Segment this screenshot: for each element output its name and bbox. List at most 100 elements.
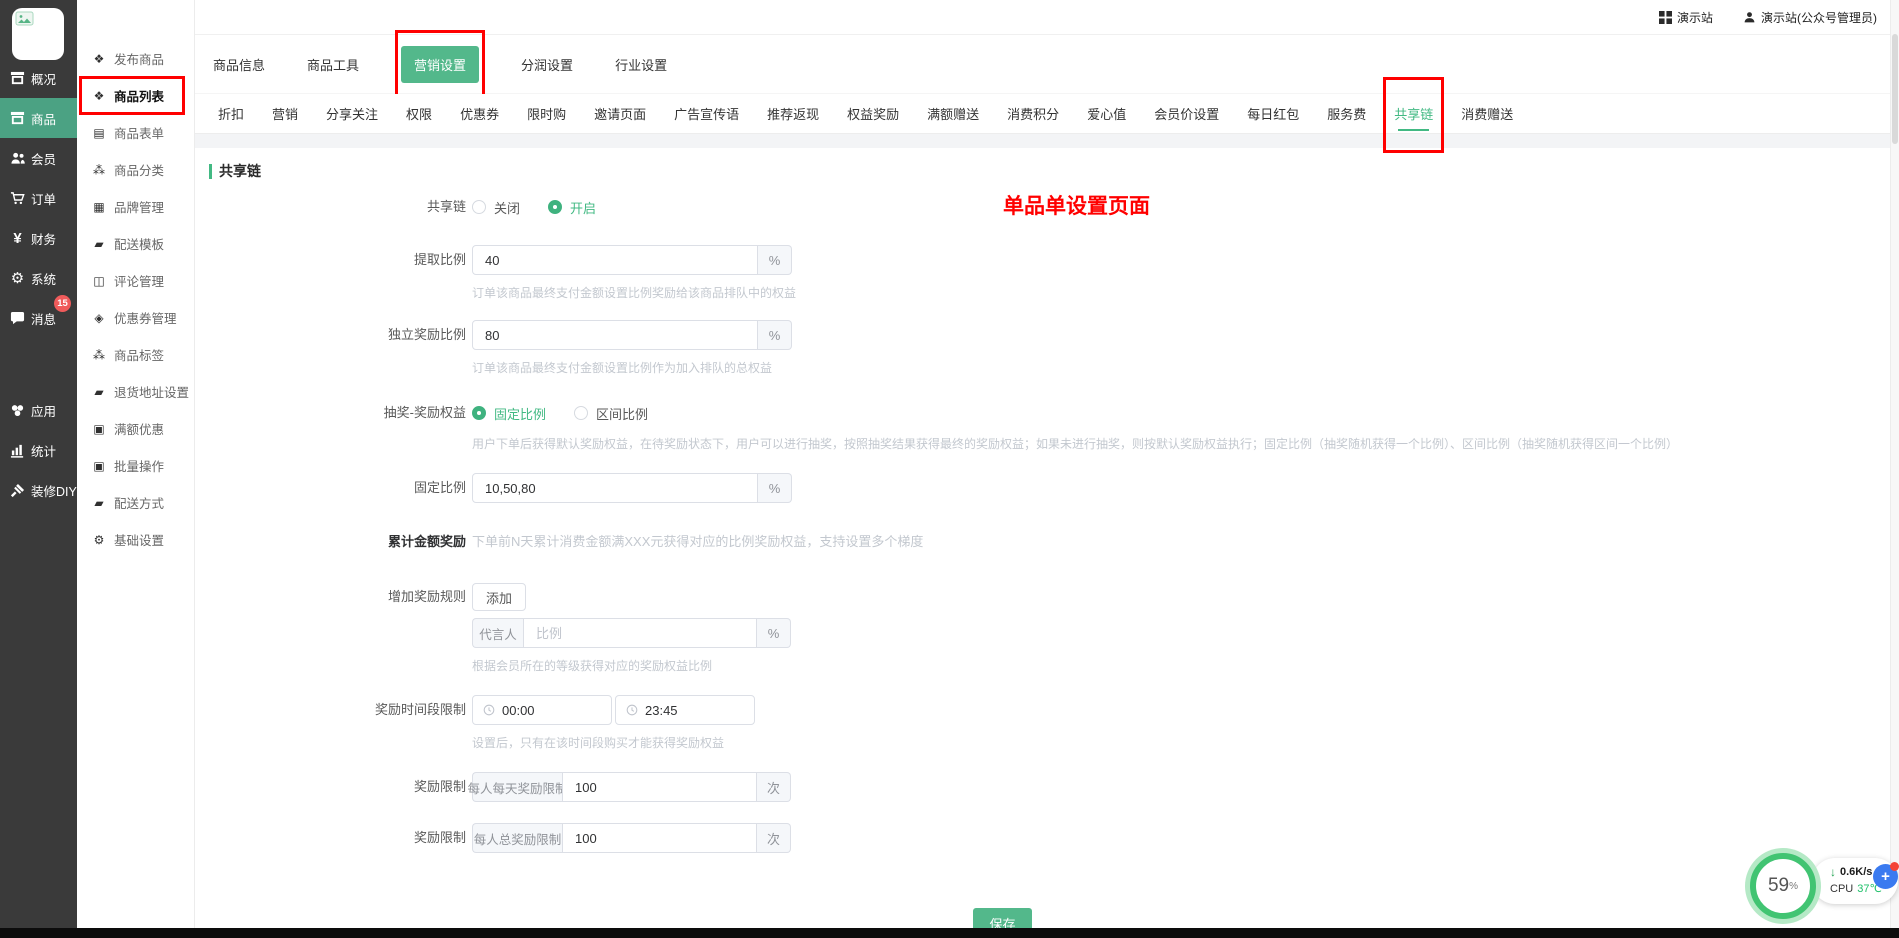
radio-range-ratio[interactable]: 区间比例 — [574, 404, 648, 423]
independent-ratio-input[interactable] — [472, 320, 758, 350]
tab-full-gift[interactable]: 满额赠送 — [927, 104, 979, 123]
time-end-input[interactable]: 23:45 — [615, 695, 755, 725]
form-row-daily-limit: 奖励限制 每人每天奖励限制 次 — [195, 772, 1891, 802]
add-rule-button[interactable]: 添加 — [472, 583, 526, 611]
submenu-item-full-discount[interactable]: ▣ 满额优惠 — [77, 410, 194, 447]
agent-ratio-input[interactable] — [523, 618, 757, 648]
tab-daily-redpacket[interactable]: 每日红包 — [1247, 104, 1299, 123]
tab-goods-tools[interactable]: 商品工具 — [307, 55, 359, 74]
sidebar-item-orders[interactable]: 订单 — [0, 178, 77, 218]
sidebar-item-system[interactable]: ⚙ 系统 — [0, 258, 77, 298]
page-scrollbar — [1890, 0, 1899, 938]
submenu-item-delivery-method[interactable]: ▰ 配送方式 — [77, 484, 194, 521]
app-logo[interactable] — [12, 8, 64, 60]
assistant-plus-button[interactable]: + — [1873, 864, 1898, 889]
field-help: 订单该商品最终支付金额设置比例作为加入排队的总权益 — [472, 359, 772, 376]
submenu-item-brand-manage[interactable]: ▦ 品牌管理 — [77, 188, 194, 225]
tab-industry-settings[interactable]: 行业设置 — [615, 55, 667, 74]
submenu-item-basic-settings[interactable]: ⚙ 基础设置 — [77, 521, 194, 558]
submenu-item-label: 批量操作 — [114, 456, 164, 475]
sidebar-item-finance[interactable]: ¥ 财务 — [0, 218, 77, 258]
tab-coupon[interactable]: 优惠券 — [460, 104, 499, 123]
tab-discount[interactable]: 折扣 — [218, 104, 244, 123]
tab-service-fee[interactable]: 服务费 — [1327, 104, 1366, 123]
submenu-item-goods-list[interactable]: ❖ 商品列表 — [77, 77, 194, 114]
submenu-item-goods-category[interactable]: ⁂ 商品分类 — [77, 151, 194, 188]
users-icon — [9, 151, 26, 166]
primary-tabs: 商品信息 商品工具 营销设置 分润设置 行业设置 — [195, 35, 1899, 94]
tab-invite-page[interactable]: 邀请页面 — [594, 104, 646, 123]
tab-member-price[interactable]: 会员价设置 — [1154, 104, 1219, 123]
yen-icon: ¥ — [9, 231, 26, 246]
gears-icon: ⚙ — [9, 271, 26, 286]
tab-marketing[interactable]: 营销 — [272, 104, 298, 123]
tab-share-chain[interactable]: 共享链 — [1394, 104, 1433, 123]
extract-ratio-input[interactable] — [472, 245, 758, 275]
sidebar-item-label: 概况 — [31, 69, 56, 88]
radio-label: 关闭 — [494, 198, 520, 217]
cubes-icon: ❖ — [92, 53, 106, 65]
radio-circle — [574, 406, 588, 420]
submenu-item-goods-tags[interactable]: ⁂ 商品标签 — [77, 336, 194, 373]
tab-love-value[interactable]: 爱心值 — [1087, 104, 1126, 123]
submenu-item-goods-form[interactable]: ▤ 商品表单 — [77, 114, 194, 151]
submenu-item-delivery-template[interactable]: ▰ 配送模板 — [77, 225, 194, 262]
user-name: 演示站(公众号管理员) — [1761, 9, 1877, 26]
tab-consume-points[interactable]: 消费积分 — [1007, 104, 1059, 123]
form-row-independent-ratio: 独立奖励比例 % — [195, 320, 1891, 350]
submenu-item-comment-manage[interactable]: ◫ 评论管理 — [77, 262, 194, 299]
user-menu[interactable]: 演示站(公众号管理员) — [1743, 9, 1877, 26]
sidebar-item-overview[interactable]: 概况 — [0, 58, 77, 98]
submenu-item-label: 配送模板 — [114, 234, 164, 253]
submenu-item-coupon-manage[interactable]: ◈ 优惠券管理 — [77, 299, 194, 336]
radio-share-chain-on[interactable]: 开启 — [548, 198, 596, 217]
tab-profit-settings[interactable]: 分润设置 — [521, 55, 573, 74]
tab-marketing-settings[interactable]: 营销设置 — [401, 46, 479, 83]
sidebar-item-members[interactable]: 会员 — [0, 138, 77, 178]
tab-label: 营销设置 — [414, 58, 466, 73]
tab-permission[interactable]: 权限 — [406, 104, 432, 123]
save-button[interactable]: 保存 — [973, 908, 1032, 928]
submenu-item-return-address[interactable]: ▰ 退货地址设置 — [77, 373, 194, 410]
sidebar-item-stats[interactable]: 统计 — [0, 430, 77, 470]
submenu-item-publish-goods[interactable]: ❖ 发布商品 — [77, 40, 194, 77]
site-name: 演示站 — [1677, 9, 1713, 26]
tab-goods-info[interactable]: 商品信息 — [213, 55, 265, 74]
sidebar-item-goods[interactable]: 商品 — [0, 98, 77, 138]
submenu-item-label: 满额优惠 — [114, 419, 164, 438]
memory-usage-gauge[interactable]: 59 % — [1750, 853, 1816, 919]
submenu-item-label: 品牌管理 — [114, 197, 164, 216]
site-switcher[interactable]: 演示站 — [1659, 9, 1713, 26]
total-limit-input[interactable] — [562, 823, 757, 853]
store-icon — [9, 71, 26, 86]
tab-rights-reward[interactable]: 权益奖励 — [847, 104, 899, 123]
sidebar-item-label: 系统 — [31, 269, 56, 288]
radio-fixed-ratio[interactable]: 固定比例 — [472, 404, 546, 423]
gear-icon: ⚙ — [92, 534, 106, 546]
radio-circle-selected — [548, 200, 562, 214]
tab-ad-slogan[interactable]: 广告宣传语 — [674, 104, 739, 123]
submenu-item-label: 优惠券管理 — [114, 308, 177, 327]
sidebar-item-diy[interactable]: 装修DIY — [0, 470, 77, 510]
time-start-input[interactable]: 00:00 — [472, 695, 612, 725]
radio-share-chain-off[interactable]: 关闭 — [472, 198, 520, 217]
times-suffix: 次 — [757, 823, 791, 853]
tab-flash-sale[interactable]: 限时购 — [527, 104, 566, 123]
daily-limit-input[interactable] — [562, 772, 757, 802]
apps-cluster-icon — [9, 403, 26, 418]
field-help: 订单该商品最终支付金额设置比例奖励给该商品排队中的权益 — [472, 284, 796, 301]
scrollbar-thumb[interactable] — [1892, 34, 1898, 144]
fixed-ratio-input[interactable] — [472, 473, 758, 503]
sidebar-item-messages[interactable]: 消息 15 — [0, 298, 77, 338]
content-card: 共享链 单品单设置页面 共享链 关闭 开启 提取比例 % — [195, 148, 1891, 928]
form-row-extract-ratio: 提取比例 % — [195, 245, 1891, 275]
sidebar-spacer — [0, 338, 77, 390]
sidebar-item-apps[interactable]: 应用 — [0, 390, 77, 430]
tab-share-follow[interactable]: 分享关注 — [326, 104, 378, 123]
submenu-item-batch-operation[interactable]: ▣ 批量操作 — [77, 447, 194, 484]
tab-consume-gift[interactable]: 消费赠送 — [1461, 104, 1513, 123]
agent-prefix: 代言人 — [472, 618, 523, 648]
tab-referral-cashback[interactable]: 推荐返现 — [767, 104, 819, 123]
form-row-fixed-ratio: 固定比例 % — [195, 473, 1891, 503]
sitemap-icon: ⁂ — [92, 164, 106, 176]
